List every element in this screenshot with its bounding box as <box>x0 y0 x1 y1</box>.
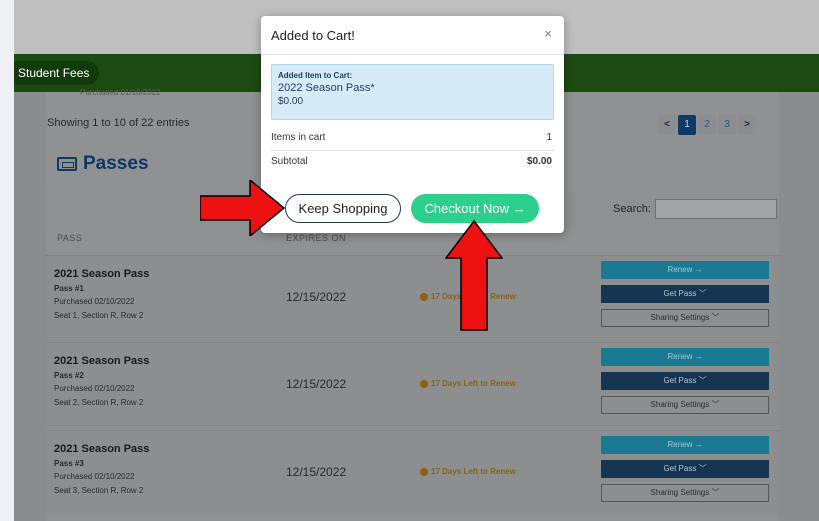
pager-next-button[interactable]: > <box>738 115 756 135</box>
red-arrow-up-icon <box>445 220 503 331</box>
summary-divider <box>271 150 554 151</box>
pass-purchased: Purchased 02/10/2022 <box>54 472 135 481</box>
pass-expires: 12/15/2022 <box>286 290 347 304</box>
column-header-expires[interactable]: EXPIRES ON <box>286 233 346 243</box>
pass-expires: 12/15/2022 <box>286 377 347 391</box>
table-row: 2021 Season Pass Pass #3 Purchased 02/10… <box>46 430 779 516</box>
pass-number: Pass #3 <box>54 459 84 468</box>
nav-item-student-fees[interactable]: Student Fees <box>8 61 100 85</box>
info-icon <box>420 379 428 388</box>
get-pass-button[interactable]: Get Pass ﹀ <box>601 285 769 303</box>
keep-shopping-button[interactable]: Keep Shopping <box>285 194 401 223</box>
pass-title: 2021 Season Pass <box>54 443 150 455</box>
pass-expires: 12/15/2022 <box>286 465 347 479</box>
pass-seat: Seat 2, Section R, Row 2 <box>54 398 144 407</box>
pass-seat: Seat 3, Section R, Row 2 <box>54 486 144 495</box>
subtotal-label: Subtotal <box>271 156 308 167</box>
pass-purchased: Purchased 02/10/2022 <box>54 384 135 393</box>
renew-button[interactable]: Renew → <box>601 348 769 366</box>
column-header-pass[interactable]: PASS <box>57 233 82 243</box>
renew-countdown: 17 Days Left to Renew <box>420 379 516 388</box>
truncated-purchase-text: Purchased 01/18/2022 <box>80 88 161 97</box>
entries-count: Showing 1 to 10 of 22 entries <box>47 117 190 129</box>
added-item-box: Added Item to Cart: 2022 Season Pass* $0… <box>271 64 554 120</box>
sharing-settings-button[interactable]: Sharing Settings ﹀ <box>601 309 769 327</box>
items-in-cart-label: Items in cart <box>271 132 326 143</box>
info-icon <box>420 467 428 476</box>
pass-seat: Seat 1, Section R, Row 2 <box>54 311 144 320</box>
get-pass-button[interactable]: Get Pass ﹀ <box>601 460 769 478</box>
table-row: 2021 Season Pass Pass #2 Purchased 02/10… <box>46 342 779 428</box>
renew-button[interactable]: Renew → <box>601 261 769 279</box>
ticket-icon <box>57 157 77 171</box>
table-row: 2021 Season Pass Pass #1 Purchased 02/10… <box>46 255 779 341</box>
pass-number: Pass #2 <box>54 371 84 380</box>
passes-heading: Passes <box>57 153 149 175</box>
red-arrow-right-icon <box>200 180 286 236</box>
added-item-name: 2022 Season Pass* <box>278 82 375 94</box>
pass-number: Pass #1 <box>54 284 84 293</box>
added-to-cart-modal: Added to Cart! × Added Item to Cart: 202… <box>261 16 564 233</box>
pagination: < 1 2 3 > <box>658 115 756 135</box>
passes-title-text: Passes <box>83 153 149 174</box>
pass-title: 2021 Season Pass <box>54 268 150 280</box>
pager-page-2[interactable]: 2 <box>698 115 716 135</box>
subtotal-value: $0.00 <box>526 156 552 167</box>
pass-purchased: Purchased 02/10/2022 <box>54 297 135 306</box>
renew-countdown-text: 17 Days Left to Renew <box>431 467 516 476</box>
sharing-settings-button[interactable]: Sharing Settings ﹀ <box>601 484 769 502</box>
checkout-now-button[interactable]: Checkout Now → <box>411 194 539 223</box>
renew-countdown: 17 Days Left to Renew <box>420 467 516 476</box>
info-icon <box>420 292 428 301</box>
search-input[interactable] <box>655 199 777 219</box>
close-icon[interactable]: × <box>544 26 552 41</box>
get-pass-button[interactable]: Get Pass ﹀ <box>601 372 769 390</box>
pager-page-1[interactable]: 1 <box>678 115 696 135</box>
search-label: Search: <box>613 203 651 215</box>
pass-title: 2021 Season Pass <box>54 355 150 367</box>
sharing-settings-button[interactable]: Sharing Settings ﹀ <box>601 396 769 414</box>
pager-prev-button[interactable]: < <box>658 115 676 135</box>
pager-page-3[interactable]: 3 <box>718 115 736 135</box>
modal-title: Added to Cart! <box>271 28 355 43</box>
left-strip <box>0 0 14 521</box>
modal-divider <box>261 54 564 55</box>
added-item-label: Added Item to Cart: <box>278 71 353 80</box>
added-item-price: $0.00 <box>278 96 304 107</box>
items-in-cart-value: 1 <box>546 132 552 143</box>
renew-button[interactable]: Renew → <box>601 436 769 454</box>
renew-countdown-text: 17 Days Left to Renew <box>431 379 516 388</box>
